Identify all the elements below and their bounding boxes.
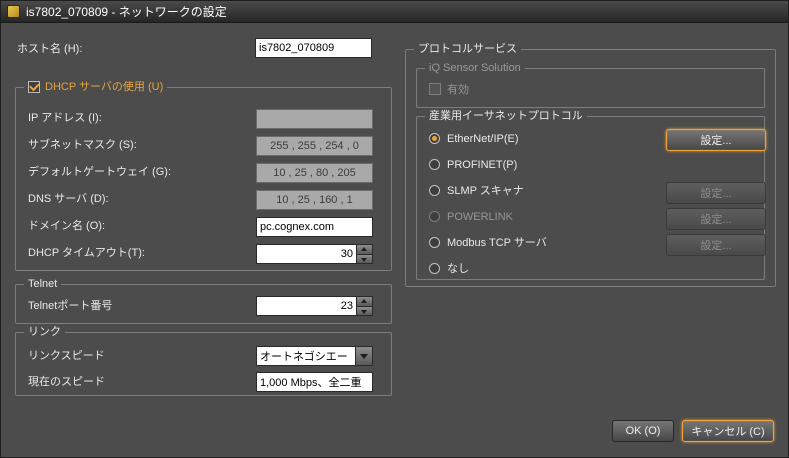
spin-down-icon[interactable] <box>357 307 372 316</box>
radio-modbus[interactable] <box>429 237 440 248</box>
link-group-legend: リンク <box>24 325 65 339</box>
industrial-ethernet-legend: 産業用イーサネットプロトコル <box>425 109 587 123</box>
radio-profinet[interactable] <box>429 159 440 170</box>
radio-powerlink-label: POWERLINK <box>447 211 513 224</box>
radio-powerlink <box>429 211 440 222</box>
ok-button[interactable]: OK (O) <box>612 420 674 442</box>
iq-sensor-group: iQ Sensor Solution 有効 <box>416 68 765 108</box>
default-gateway-label: デフォルトゲートウェイ (G): <box>28 166 171 179</box>
protocol-services-legend: プロトコルサービス <box>414 42 521 56</box>
telnet-port-spinner <box>356 297 372 315</box>
window-icon <box>7 5 20 18</box>
current-speed-value: 1,000 Mbps、全二重 <box>260 374 361 390</box>
radio-none-label: なし <box>447 263 469 276</box>
network-settings-dialog: is7802_070809 - ネットワークの設定 ホスト名 (H): DHCP… <box>0 0 789 458</box>
dhcp-timeout-label: DHCP タイムアウト(T): <box>28 247 145 260</box>
dns-server-input: 10 , 25 , 160 , 1 <box>256 190 373 210</box>
telnet-group: Telnet Telnetポート番号 23 <box>15 284 392 324</box>
dhcp-timeout-spinner <box>356 245 372 263</box>
industrial-ethernet-group: 産業用イーサネットプロトコル EtherNet/IP(E) 設定... PROF… <box>416 116 765 280</box>
radio-none[interactable] <box>429 263 440 274</box>
window-title: is7802_070809 - ネットワークの設定 <box>26 3 227 20</box>
dhcp-server-checkbox-label: DHCP サーバの使用 (U) <box>45 80 163 94</box>
radio-slmp-label: SLMP スキャナ <box>447 185 524 198</box>
hostname-input[interactable] <box>255 38 372 58</box>
radio-modbus-label: Modbus TCP サーバ <box>447 237 547 250</box>
spin-down-icon[interactable] <box>357 255 372 264</box>
powerlink-settings-button: 設定... <box>666 208 766 230</box>
telnet-group-legend: Telnet <box>24 277 61 291</box>
link-group: リンク リンクスピード オートネゴシエー 現在のスピード 1,000 Mbps、… <box>15 332 392 396</box>
spin-up-icon[interactable] <box>357 297 372 307</box>
modbus-settings-button: 設定... <box>666 234 766 256</box>
dhcp-server-checkbox[interactable] <box>28 81 40 93</box>
iq-enabled-label: 有効 <box>447 84 469 97</box>
link-speed-label: リンクスピード <box>28 350 105 363</box>
dhcp-group: DHCP サーバの使用 (U) IP アドレス (I): サブネットマスク (S… <box>15 87 392 271</box>
ethernet-ip-settings-button[interactable]: 設定... <box>666 129 766 151</box>
iq-sensor-legend: iQ Sensor Solution <box>425 61 525 75</box>
ip-address-input <box>256 109 373 129</box>
domain-name-input[interactable] <box>256 217 373 237</box>
title-bar[interactable]: is7802_070809 - ネットワークの設定 <box>1 1 788 23</box>
domain-name-label: ドメイン名 (O): <box>28 220 105 233</box>
dhcp-group-legend: DHCP サーバの使用 (U) <box>24 80 167 94</box>
iq-enabled-checkbox <box>429 83 441 95</box>
current-speed-field: 1,000 Mbps、全二重 <box>256 372 373 392</box>
radio-slmp[interactable] <box>429 185 440 196</box>
subnet-mask-label: サブネットマスク (S): <box>28 139 137 152</box>
dhcp-timeout-input[interactable]: 30 <box>256 244 373 264</box>
subnet-mask-input: 255 , 255 , 254 , 0 <box>256 136 373 156</box>
radio-profinet-label: PROFINET(P) <box>447 159 517 172</box>
ip-address-label: IP アドレス (I): <box>28 112 102 125</box>
default-gateway-input: 10 , 25 , 80 , 205 <box>256 163 373 183</box>
telnet-port-input[interactable]: 23 <box>256 296 373 316</box>
chevron-down-icon[interactable] <box>355 347 372 365</box>
dns-server-label: DNS サーバ (D): <box>28 193 109 206</box>
slmp-settings-button: 設定... <box>666 182 766 204</box>
telnet-port-label: Telnetポート番号 <box>28 300 112 313</box>
spin-up-icon[interactable] <box>357 245 372 255</box>
cancel-button[interactable]: キャンセル (C) <box>682 420 774 442</box>
radio-ethernet-ip-label: EtherNet/IP(E) <box>447 133 519 146</box>
protocol-services-group: プロトコルサービス iQ Sensor Solution 有効 産業用イーサネッ… <box>405 49 776 287</box>
radio-ethernet-ip[interactable] <box>429 133 440 144</box>
hostname-label: ホスト名 (H): <box>17 43 82 56</box>
current-speed-label: 現在のスピード <box>28 376 105 389</box>
link-speed-value: オートネゴシエー <box>260 348 348 364</box>
link-speed-dropdown[interactable]: オートネゴシエー <box>256 346 373 366</box>
